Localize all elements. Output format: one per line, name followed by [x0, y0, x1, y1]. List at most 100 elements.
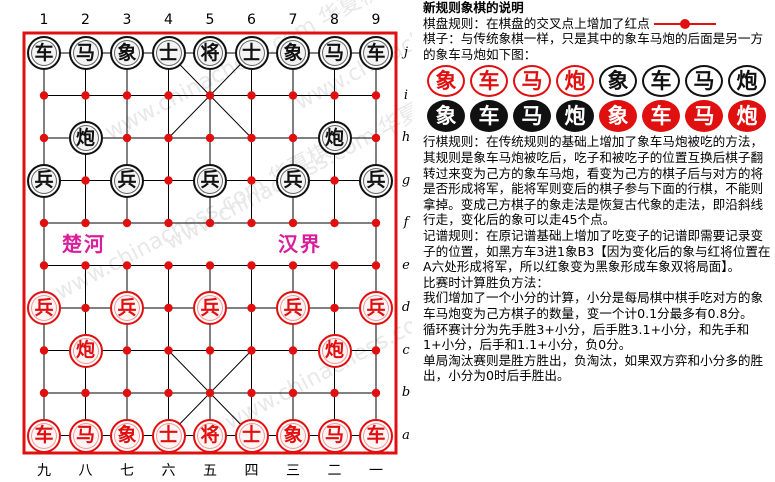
rank-label: b: [401, 385, 411, 400]
red-dot-intersection: [371, 261, 381, 270]
black-cannon-piece[interactable]: 炮: [68, 121, 103, 155]
red-dot-intersection: [330, 218, 339, 228]
file-label-bottom: 三: [286, 463, 300, 479]
file-label-top: 2: [81, 12, 90, 28]
red-dot-intersection: [81, 176, 90, 185]
record-rule: 记谱规则：在原记谱基础上增加了吃变子的记谱即需要记录变子的位置，如黑方车3进1象…: [423, 227, 771, 275]
red-dot-intersection: [39, 346, 49, 355]
red-dot-intersection: [330, 176, 339, 185]
red-dot-intersection: [164, 261, 173, 270]
red-dot-intersection: [371, 91, 381, 100]
black-piece[interactable]: 马: [68, 36, 103, 70]
black-piece[interactable]: 象: [276, 36, 310, 70]
red-piece[interactable]: 士: [234, 418, 269, 453]
river-label-chu-he: 楚河: [62, 232, 106, 256]
sample-piece: 车: [470, 65, 508, 98]
red-cannon-piece[interactable]: 炮: [317, 333, 352, 368]
red-piece[interactable]: 象: [276, 418, 310, 453]
red-dot-intersection: [247, 218, 256, 228]
sample-piece: 炮: [728, 65, 766, 98]
scoring-rule: 我们增加了一个小分的计算，小分是每局棋中棋手吃对方的象车马炮变为己方棋子的数量，…: [423, 290, 764, 321]
black-piece[interactable]: 士: [151, 36, 186, 70]
red-soldier-piece[interactable]: 兵: [276, 291, 310, 325]
red-dot-intersection: [164, 133, 173, 143]
black-piece[interactable]: 将: [193, 36, 227, 70]
red-piece[interactable]: 象: [110, 418, 144, 453]
sample-piece: 象: [427, 65, 465, 98]
red-soldier-piece[interactable]: 兵: [27, 291, 61, 325]
black-cannon-piece[interactable]: 炮: [317, 121, 352, 155]
red-dot-intersection: [205, 91, 215, 100]
black-soldier-piece[interactable]: 兵: [27, 163, 61, 198]
board-rule-line: 棋盘规则：在棋盘的交叉点上增加了红点: [423, 16, 773, 32]
red-piece[interactable]: 车: [27, 418, 61, 453]
red-dot-intersection: [81, 261, 90, 270]
red-soldier-piece[interactable]: 兵: [110, 291, 144, 325]
red-dot-intersection: [122, 218, 132, 228]
red-dot-intersection: [247, 346, 256, 355]
knockout-rule: 单局淘汰赛则是胜方胜出，负淘汰，如果双方弈和小分多的胜出，小分为0时后手胜出。: [423, 352, 764, 384]
black-piece[interactable]: 车: [27, 36, 61, 70]
red-dot-intersection: [205, 133, 215, 143]
rules-panel: 新规则象棋的说明 棋盘规则：在棋盘的交叉点上增加了红点 棋子：与传统象棋一样，只…: [423, 0, 773, 384]
red-piece[interactable]: 士: [151, 418, 186, 453]
file-label-bottom: 一: [369, 463, 383, 479]
red-dot-intersection: [330, 303, 339, 313]
red-dot-intersection: [39, 388, 49, 398]
red-dot-legend-icon: [653, 19, 716, 30]
red-dot-intersection: [205, 346, 215, 355]
red-dot-intersection: [247, 91, 256, 100]
red-dot-intersection: [39, 261, 49, 270]
black-soldier-piece[interactable]: 兵: [359, 163, 393, 198]
red-dot-intersection: [164, 218, 173, 228]
red-dot-intersection: [247, 133, 256, 143]
black-soldier-piece[interactable]: 兵: [276, 163, 310, 198]
red-dot-intersection: [371, 133, 381, 143]
sample-pieces-row-2: 象车马炮象车马炮: [427, 100, 773, 133]
black-soldier-piece[interactable]: 兵: [110, 163, 144, 198]
red-dot-intersection: [39, 91, 49, 100]
sample-piece: 炮: [556, 100, 594, 133]
red-dot-intersection: [288, 388, 298, 398]
black-piece[interactable]: 士: [234, 36, 269, 70]
file-label-top: 6: [247, 12, 256, 28]
red-soldier-piece[interactable]: 兵: [359, 291, 393, 325]
red-dot-intersection: [288, 346, 298, 355]
rank-label: f: [403, 215, 409, 230]
red-piece[interactable]: 马: [317, 418, 352, 453]
red-dot-intersection: [247, 176, 256, 185]
rank-label: a: [402, 427, 410, 443]
red-dot-intersection: [205, 218, 215, 228]
pieces-rule: 棋子：与传统象棋一样，只是其中的象车马炮的后面是另一方的象车马炮如下图：: [423, 31, 764, 62]
sample-piece: 象: [599, 100, 637, 133]
red-soldier-piece[interactable]: 兵: [193, 291, 227, 325]
red-piece[interactable]: 车: [359, 418, 393, 453]
black-piece[interactable]: 象: [110, 36, 144, 70]
red-dot-intersection: [81, 218, 90, 228]
red-dot-intersection: [247, 388, 256, 398]
board-rule-text: 棋盘规则：在棋盘的交叉点上增加了红点: [423, 15, 650, 31]
red-dot-intersection: [81, 388, 90, 398]
red-dot-intersection: [164, 346, 173, 355]
red-piece[interactable]: 马: [68, 418, 103, 453]
red-dot-intersection: [330, 91, 339, 100]
red-dot-intersection: [247, 303, 256, 313]
red-dot-intersection: [81, 303, 90, 313]
file-label-bottom: 五: [203, 463, 217, 479]
file-label-bottom: 二: [327, 463, 342, 479]
red-dot-intersection: [164, 176, 173, 185]
red-dot-intersection: [288, 218, 298, 228]
sample-piece: 马: [685, 65, 723, 98]
red-dot-intersection: [371, 346, 381, 355]
black-piece[interactable]: 车: [359, 36, 393, 70]
file-label-bottom: 八: [78, 463, 93, 479]
black-piece[interactable]: 马: [317, 36, 352, 70]
red-cannon-piece[interactable]: 炮: [68, 333, 103, 368]
round-robin-rule: 循环赛计分为先手胜3+小分，后手胜3.1+小分，和先手和1+小分，后手和1.1+…: [423, 321, 750, 353]
black-soldier-piece[interactable]: 兵: [193, 163, 227, 198]
red-dot-intersection: [164, 303, 173, 313]
file-label-bottom: 四: [244, 463, 259, 479]
file-label-top: 8: [330, 12, 339, 28]
red-dot-intersection: [122, 388, 132, 398]
red-piece[interactable]: 将: [193, 418, 227, 453]
